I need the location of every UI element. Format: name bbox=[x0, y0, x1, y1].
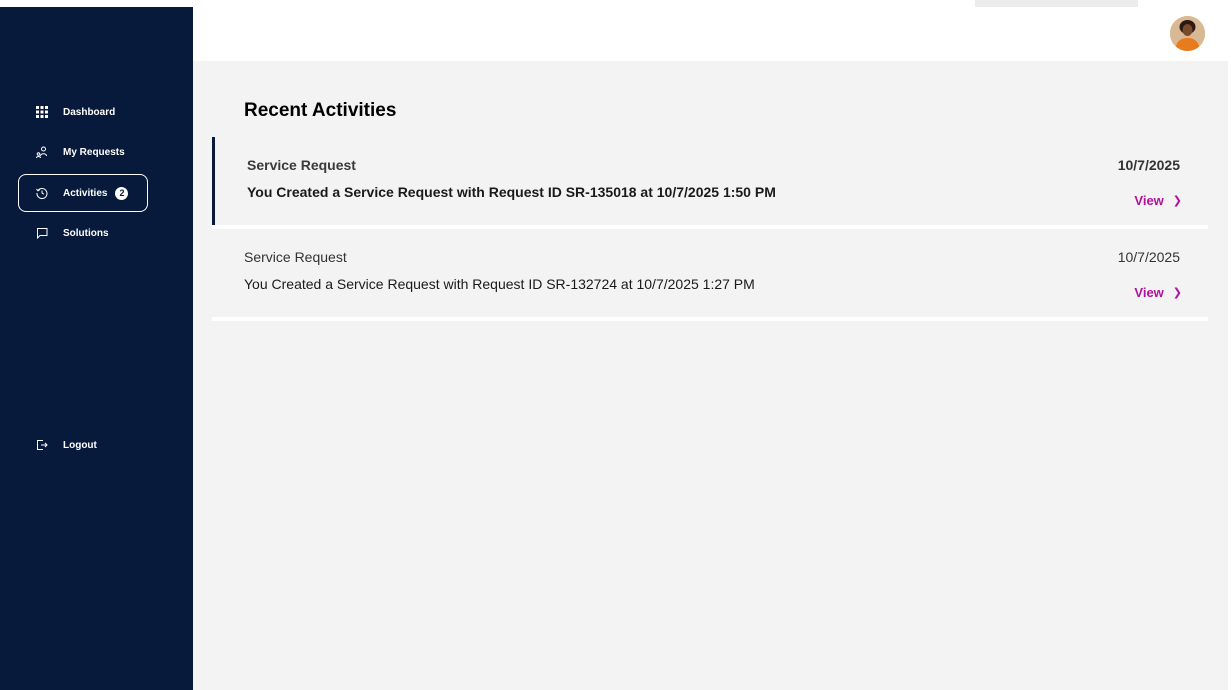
sidebar-item-solutions[interactable]: Solutions bbox=[18, 214, 148, 252]
sidebar-item-label: My Requests bbox=[63, 146, 125, 158]
activities-count-badge: 2 bbox=[115, 186, 129, 200]
main-content: Recent Activities Service Request You Cr… bbox=[193, 61, 1228, 690]
activity-description: You Created a Service Request with Reque… bbox=[247, 184, 776, 200]
view-activity-link[interactable]: View ❯ bbox=[1134, 285, 1182, 300]
activity-item: Service Request You Created a Service Re… bbox=[212, 229, 1208, 321]
logout-button[interactable]: Logout bbox=[18, 426, 148, 464]
view-label: View bbox=[1134, 193, 1164, 208]
activity-date: 10/7/2025 bbox=[1117, 249, 1180, 265]
top-header bbox=[193, 7, 1228, 61]
sidebar-item-label: Dashboard bbox=[63, 106, 116, 118]
chat-icon bbox=[35, 226, 49, 240]
page-title: Recent Activities bbox=[244, 100, 397, 121]
sidebar-item-label: Solutions bbox=[63, 227, 109, 239]
chevron-right-icon: ❯ bbox=[1172, 195, 1182, 207]
top-strip bbox=[975, 0, 1138, 7]
sidebar-item-dashboard[interactable]: Dashboard bbox=[18, 93, 148, 131]
sidebar-item-activities[interactable]: Activities 2 bbox=[18, 174, 148, 212]
history-icon bbox=[35, 186, 49, 200]
user-requests-icon bbox=[35, 145, 49, 159]
activity-description: You Created a Service Request with Reque… bbox=[244, 276, 755, 292]
view-activity-link[interactable]: View ❯ bbox=[1134, 193, 1182, 208]
sidebar-item-my-requests[interactable]: My Requests bbox=[18, 133, 148, 171]
sidebar-item-label: Activities bbox=[63, 187, 108, 199]
grid-icon bbox=[35, 105, 49, 119]
logout-label: Logout bbox=[63, 439, 97, 451]
activity-type: Service Request bbox=[244, 249, 347, 265]
view-label: View bbox=[1134, 285, 1164, 300]
activity-date: 10/7/2025 bbox=[1117, 157, 1180, 173]
logout-icon bbox=[35, 438, 49, 452]
activity-divider bbox=[212, 317, 1208, 321]
sidebar: Dashboard My Requests Activities 2 Solut… bbox=[0, 7, 193, 690]
user-avatar[interactable] bbox=[1170, 16, 1205, 51]
activity-type: Service Request bbox=[247, 157, 356, 173]
chevron-right-icon: ❯ bbox=[1172, 287, 1182, 299]
activity-item: Service Request You Created a Service Re… bbox=[212, 137, 1208, 229]
